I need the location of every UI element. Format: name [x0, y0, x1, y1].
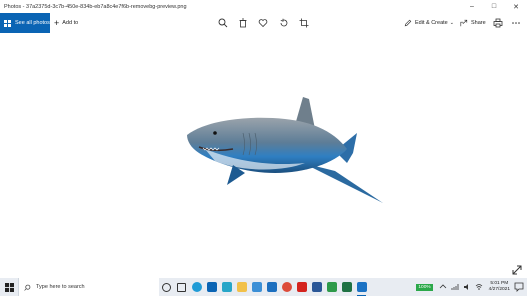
system-tray: 100% 5:01 PM 4/27/2021: [416, 278, 527, 296]
minimize-icon[interactable]: –: [461, 0, 483, 13]
close-icon[interactable]: ✕: [505, 0, 527, 13]
store-icon[interactable]: [204, 278, 219, 296]
taskbar-search[interactable]: Type here to search: [18, 278, 159, 296]
windows-logo-icon: [4, 282, 14, 292]
notification-icon[interactable]: [514, 282, 524, 292]
search-placeholder: Type here to search: [36, 284, 85, 290]
start-button[interactable]: [0, 278, 18, 296]
volume-icon[interactable]: [463, 283, 471, 291]
mail-icon[interactable]: [264, 278, 279, 296]
file-explorer-icon[interactable]: [234, 278, 249, 296]
search-icon: [24, 284, 31, 291]
edit-create-button[interactable]: Edit & Create ⌄: [404, 13, 454, 33]
taskbar: Type here to search 100% 5:01 PM 4/27/20…: [0, 278, 527, 296]
share-icon: [460, 19, 468, 27]
acrobat-icon[interactable]: [294, 278, 309, 296]
edge-icon[interactable]: [189, 278, 204, 296]
clock[interactable]: 5:01 PM 4/27/2021: [489, 281, 510, 293]
app-folder-icon[interactable]: [249, 278, 264, 296]
wifi-icon[interactable]: [475, 283, 483, 291]
zoom-icon[interactable]: [217, 17, 229, 29]
photos-toolbar: See all photos + Add to Edit & Create ⌄ …: [0, 13, 527, 33]
word-icon[interactable]: [309, 278, 324, 296]
chevron-down-icon: ⌄: [449, 20, 454, 26]
add-to-label: Add to: [62, 20, 79, 26]
task-view-icon[interactable]: [159, 278, 174, 296]
battery-badge[interactable]: 100%: [416, 283, 433, 291]
delete-icon[interactable]: [237, 17, 249, 29]
plus-icon: +: [54, 17, 60, 28]
photos-app-icon[interactable]: [354, 278, 369, 296]
edit-create-label: Edit & Create: [415, 20, 448, 26]
excel-icon[interactable]: [339, 278, 354, 296]
fullscreen-icon[interactable]: [511, 264, 523, 276]
see-all-photos-button[interactable]: See all photos: [0, 13, 50, 33]
app-l-icon[interactable]: [219, 278, 234, 296]
add-to-button[interactable]: + Add to: [54, 13, 78, 33]
maximize-icon[interactable]: □: [483, 0, 505, 13]
share-button[interactable]: Share: [460, 13, 486, 33]
crop-icon[interactable]: [298, 17, 310, 29]
title-bar: Photos - 37a2375d-3c7b-450e-834b-eb7a8c4…: [0, 0, 527, 13]
share-label: Share: [471, 20, 486, 26]
gallery-icon: [4, 19, 12, 27]
network-icon[interactable]: [451, 283, 459, 291]
print-icon[interactable]: [492, 17, 504, 29]
favorite-icon[interactable]: [257, 17, 269, 29]
chrome-icon[interactable]: [279, 278, 294, 296]
clock-date: 4/27/2021: [488, 287, 510, 292]
app-green-icon[interactable]: [324, 278, 339, 296]
more-icon[interactable]: [510, 17, 522, 29]
rotate-icon[interactable]: [278, 17, 290, 29]
window-title: Photos - 37a2375d-3c7b-450e-834b-eb7a8c4…: [4, 3, 187, 10]
chevron-up-icon[interactable]: [439, 283, 447, 291]
see-all-label: See all photos: [15, 20, 50, 26]
edit-icon: [404, 19, 412, 27]
shark-image: [187, 97, 383, 203]
taskview-icon[interactable]: [174, 278, 189, 296]
